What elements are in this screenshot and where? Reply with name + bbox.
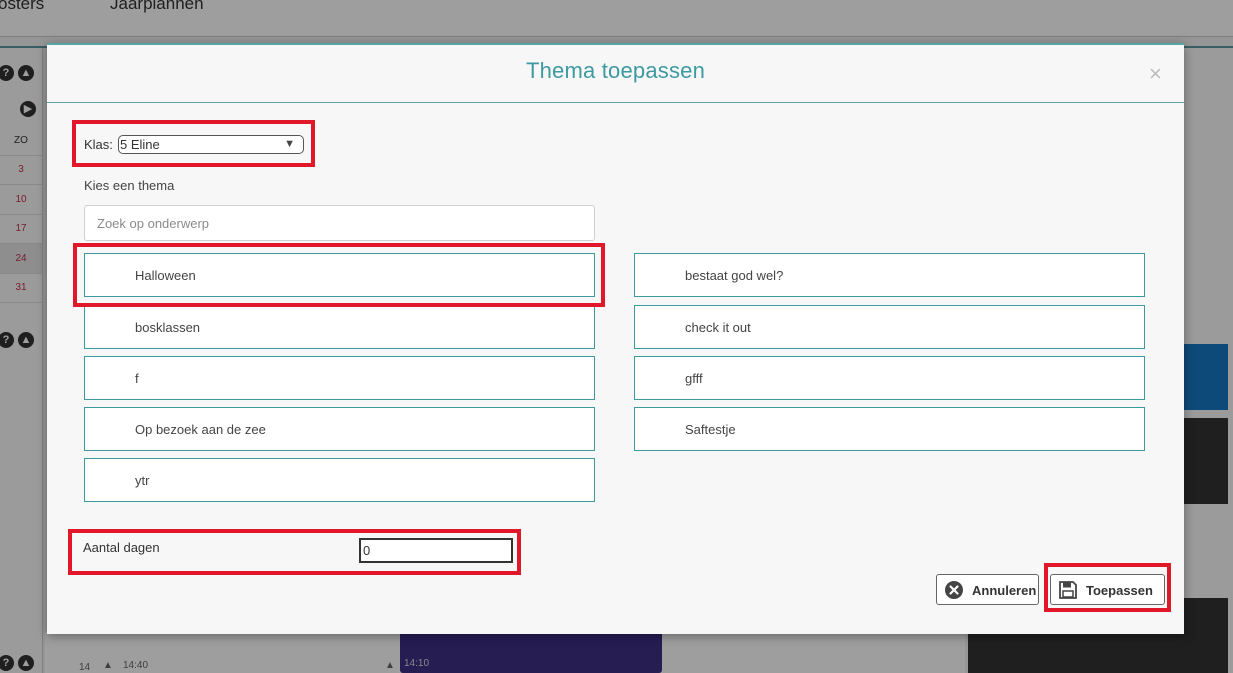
dialog-header: Thema toepassen × (47, 45, 1184, 103)
klas-label: Klas: (84, 137, 113, 152)
theme-label: Halloween (135, 268, 196, 283)
theme-label: f (135, 371, 139, 386)
theme-label: gfff (685, 371, 703, 386)
cancel-label: Annuleren (972, 583, 1037, 598)
cancel-circle-icon (945, 581, 963, 599)
theme-item-ytr[interactable]: ytr (84, 458, 595, 502)
theme-item-halloween[interactable]: Halloween (84, 253, 595, 297)
apply-label: Toepassen (1086, 583, 1153, 598)
thema-toepassen-dialog: Thema toepassen × Klas: 5 Eline ▼ Kies e… (47, 43, 1184, 634)
cancel-button[interactable]: Annuleren (936, 574, 1039, 605)
theme-item-check-it-out[interactable]: check it out (634, 305, 1145, 349)
theme-item-f[interactable]: f (84, 356, 595, 400)
theme-item-gfff[interactable]: gfff (634, 356, 1145, 400)
theme-item-op-bezoek-aan-de-zee[interactable]: Op bezoek aan de zee (84, 407, 595, 451)
kies-thema-label: Kies een thema (84, 178, 175, 193)
search-input[interactable] (84, 205, 595, 241)
aantal-dagen-input[interactable] (359, 538, 513, 563)
theme-label: bosklassen (135, 320, 201, 335)
theme-label: ytr (135, 473, 150, 488)
theme-label: Op bezoek aan de zee (135, 422, 266, 437)
dropdown-arrow-icon: ▼ (284, 138, 295, 150)
theme-item-saftestje[interactable]: Saftestje (634, 407, 1145, 451)
close-icon[interactable]: × (1149, 63, 1162, 85)
theme-label: Saftestje (685, 422, 736, 437)
theme-label: bestaat god wel? (685, 268, 784, 283)
theme-label: check it out (685, 320, 751, 335)
aantal-dagen-label: Aantal dagen (83, 540, 160, 555)
theme-item-bosklassen[interactable]: bosklassen (84, 305, 595, 349)
apply-button[interactable]: Toepassen (1050, 574, 1165, 605)
save-disk-icon (1059, 581, 1077, 599)
klas-select[interactable]: 5 Eline ▼ (118, 135, 304, 154)
klas-selected-value: 5 Eline (120, 137, 160, 152)
theme-item-bestaat-god-wel[interactable]: bestaat god wel? (634, 253, 1145, 297)
dialog-title: Thema toepassen (525, 58, 706, 83)
